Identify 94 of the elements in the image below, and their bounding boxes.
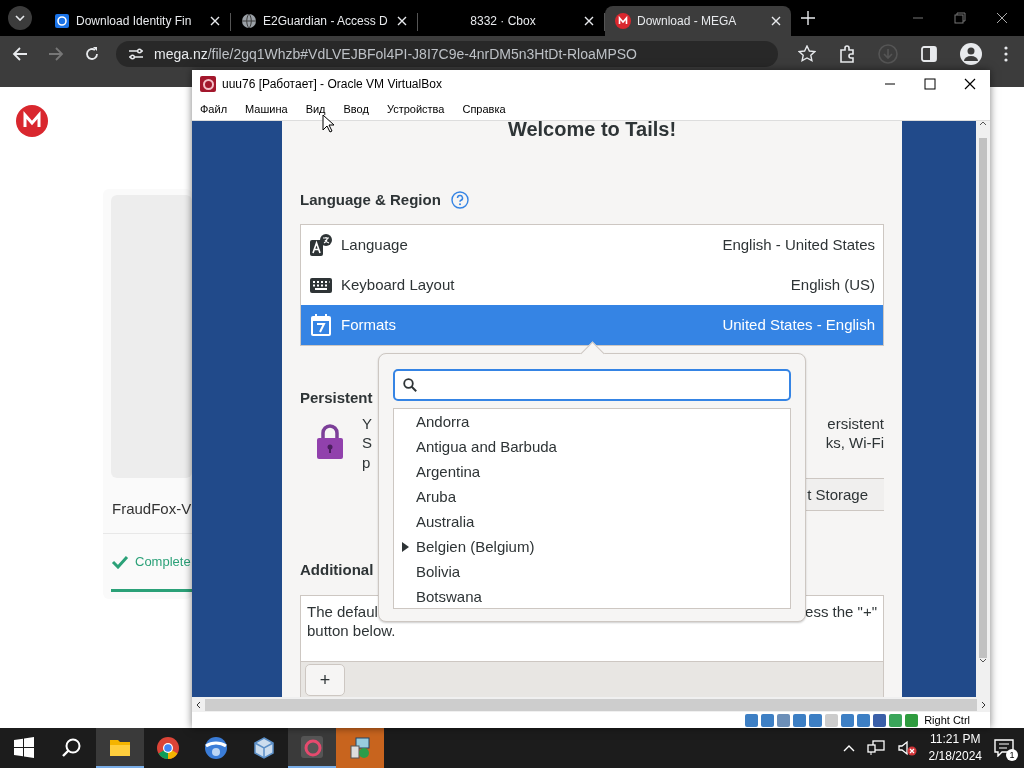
menu-item[interactable]: Машина bbox=[244, 102, 289, 115]
calendar-icon bbox=[309, 312, 333, 337]
forward-icon[interactable] bbox=[48, 45, 64, 62]
scroll-thumb[interactable] bbox=[979, 137, 987, 658]
address-bar[interactable]: mega.nz/file/2gq1Whzb#VdLVEJBFol4PI-J8I7C9e-4nrDM5n3HtDt-RloaMPSO bbox=[116, 40, 778, 67]
back-icon[interactable] bbox=[12, 45, 28, 62]
mega-logo-icon bbox=[16, 105, 48, 137]
globe-app-icon[interactable] bbox=[204, 736, 228, 760]
menu-item[interactable]: Файл bbox=[199, 102, 229, 115]
country-option[interactable]: Andorra bbox=[416, 413, 470, 430]
vertical-scrollbar[interactable] bbox=[976, 120, 990, 698]
check-icon bbox=[111, 554, 129, 569]
browser-tab[interactable]: 8332 · Cbox bbox=[418, 6, 604, 36]
country-option[interactable]: Aruba bbox=[416, 488, 457, 505]
section-heading: Persistent bbox=[300, 387, 373, 408]
close-icon[interactable] bbox=[964, 77, 976, 90]
start-icon[interactable] bbox=[12, 736, 36, 760]
settings-row[interactable]: Formats United States - English bbox=[301, 304, 883, 345]
country-option[interactable]: Botswana bbox=[416, 588, 482, 605]
section-heading: Additional bbox=[300, 560, 374, 581]
network-icon[interactable] bbox=[866, 740, 885, 756]
row-value: United States - English bbox=[722, 316, 875, 334]
window-title: uuu76 [Работает] - Oracle VM VirtualBox bbox=[222, 76, 442, 91]
country-option[interactable]: Antigua and Barbuda bbox=[416, 438, 557, 455]
description-text: ersistent bbox=[826, 413, 884, 434]
country-option[interactable]: Australia bbox=[416, 513, 475, 530]
chevron-down-icon bbox=[15, 15, 25, 21]
status-text: Complete bbox=[135, 554, 191, 569]
menu-item[interactable]: Вид bbox=[304, 102, 327, 115]
page-heading: Welcome to Tails! bbox=[507, 120, 677, 139]
browser-tab[interactable]: Download - MEGA bbox=[605, 6, 791, 36]
notification-icon[interactable] bbox=[994, 739, 1014, 757]
url-text: mega.nz/file/2gq1Whzb#VdLVEJBFol4PI-J8I7C9e-4nrDM5n3HtDt-RloaMPSO bbox=[154, 45, 637, 62]
country-option[interactable]: Bolivia bbox=[416, 563, 461, 580]
search-icon bbox=[403, 378, 417, 392]
settings-row[interactable]: Keyboard Layout English (US) bbox=[301, 264, 883, 305]
globe-icon bbox=[241, 13, 257, 29]
app-icon bbox=[200, 75, 216, 92]
menu-icon[interactable] bbox=[1004, 45, 1008, 62]
notification-count: 1 bbox=[1006, 749, 1018, 761]
description-text: button below. bbox=[307, 621, 397, 641]
clock[interactable]: 11:21 PM 2/18/2024 bbox=[928, 731, 982, 765]
description-text: Y bbox=[362, 413, 372, 434]
country-option[interactable]: Argentina bbox=[416, 463, 481, 480]
host-key-label: Right Ctrl bbox=[924, 714, 970, 726]
menu-item[interactable]: Устройства bbox=[385, 102, 446, 115]
cube-icon[interactable] bbox=[252, 736, 276, 760]
row-label: Keyboard Layout bbox=[341, 276, 455, 294]
app-icon bbox=[54, 13, 70, 29]
language-icon bbox=[309, 232, 333, 257]
scroll-down-icon bbox=[979, 657, 987, 663]
description-text: S bbox=[362, 433, 372, 453]
mega-logo-icon bbox=[615, 13, 631, 29]
menu-item[interactable]: Справка bbox=[461, 102, 507, 115]
help-icon[interactable] bbox=[450, 190, 469, 209]
row-value: English - United States bbox=[722, 236, 875, 254]
description-text: ks, Wi-Fi bbox=[825, 433, 884, 453]
search-field[interactable] bbox=[393, 369, 791, 401]
profile-icon[interactable] bbox=[960, 42, 982, 65]
description-text: p bbox=[362, 452, 372, 473]
side-panel-icon[interactable] bbox=[920, 44, 938, 63]
scroll-left-icon bbox=[196, 700, 201, 709]
browser-tab[interactable]: Download Identity Fin bbox=[44, 6, 230, 36]
chrome-icon[interactable] bbox=[156, 736, 180, 760]
restore-icon[interactable] bbox=[954, 12, 966, 24]
maximize-icon[interactable] bbox=[924, 77, 936, 90]
description-text: The defaul bbox=[307, 602, 378, 622]
chevron-up-icon[interactable] bbox=[842, 744, 855, 752]
row-label: Language bbox=[341, 236, 408, 254]
add-button[interactable]: + bbox=[305, 664, 345, 697]
horizontal-scrollbar[interactable] bbox=[192, 697, 990, 713]
file-name: FraudFox-V bbox=[112, 500, 192, 517]
description-text: ess the "+" bbox=[805, 602, 877, 622]
volume-muted-icon[interactable] bbox=[896, 740, 917, 756]
tab-search-button[interactable] bbox=[8, 6, 32, 30]
browser-tab[interactable]: E2Guardian - Access D bbox=[231, 6, 417, 36]
expand-arrow-icon[interactable] bbox=[402, 542, 409, 552]
new-tab-icon[interactable] bbox=[801, 11, 815, 25]
country-option[interactable]: Belgien (Belgium) bbox=[416, 538, 535, 555]
reload-icon[interactable] bbox=[84, 45, 100, 62]
swirl-app-icon[interactable] bbox=[300, 735, 324, 759]
section-heading: Language & Region bbox=[300, 189, 441, 210]
scroll-up-icon bbox=[979, 120, 987, 126]
row-value: English (US) bbox=[790, 276, 875, 294]
scroll-thumb[interactable] bbox=[205, 698, 977, 711]
menu-item[interactable]: Ввод bbox=[342, 102, 370, 115]
puzzle-icon[interactable] bbox=[838, 44, 856, 63]
installer-icon[interactable] bbox=[348, 736, 372, 760]
settings-row[interactable]: Language English - United States bbox=[301, 224, 883, 265]
lock-icon bbox=[316, 423, 344, 460]
star-icon[interactable] bbox=[798, 44, 816, 63]
close-icon[interactable] bbox=[996, 12, 1008, 24]
row-label: Formats bbox=[341, 316, 396, 334]
scroll-right-icon bbox=[981, 700, 986, 709]
